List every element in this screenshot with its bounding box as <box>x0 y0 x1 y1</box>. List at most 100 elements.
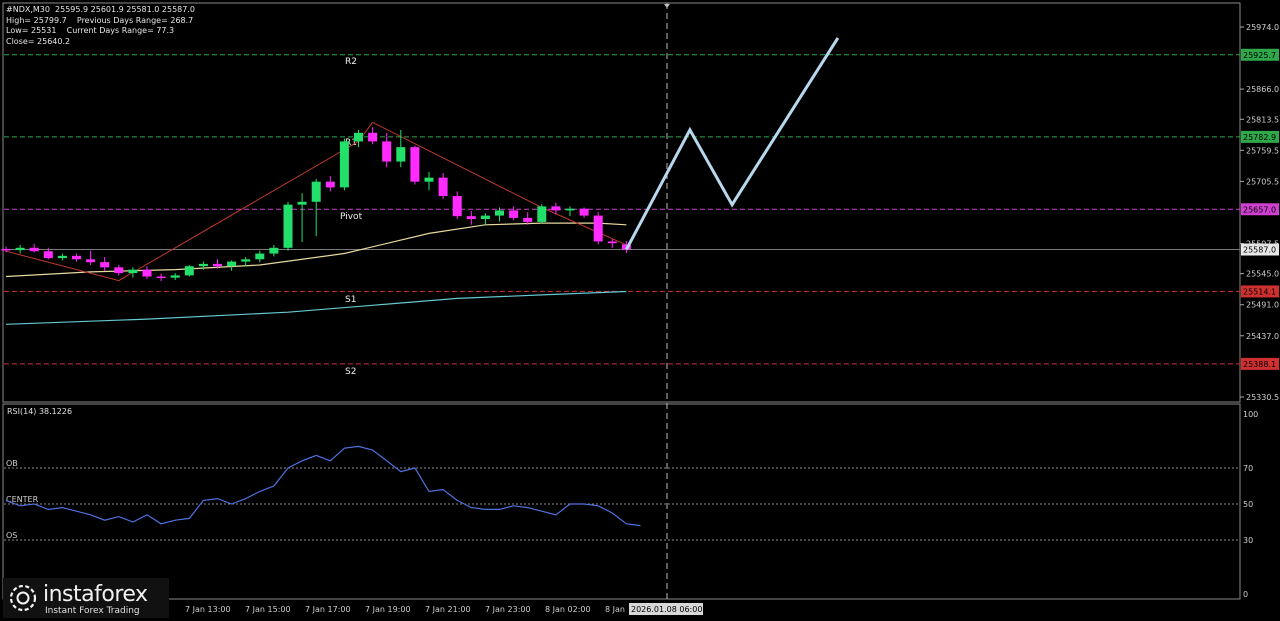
candle-body <box>114 267 124 274</box>
symbol-info: #NDX,M30 25595.9 25601.9 25581.0 25587.0… <box>6 5 195 47</box>
level-label-pivot: Pivot <box>340 212 363 222</box>
rsi-tick-label: 70 <box>1243 464 1253 473</box>
candle-body <box>523 217 533 222</box>
level-price-label: 25657.0 <box>1243 205 1276 214</box>
candle-body <box>29 247 39 252</box>
candle-body <box>269 247 279 254</box>
candle-body <box>565 208 575 211</box>
price-tick-label: 25866.0 <box>1246 85 1279 94</box>
price-tick-label: 25813.5 <box>1246 115 1279 124</box>
candle-body <box>57 255 67 259</box>
candle-body <box>551 206 561 211</box>
candle-body <box>156 276 166 279</box>
candle-body <box>396 147 406 162</box>
forecast-line <box>625 37 840 251</box>
price-tick-label: 25597.5 <box>1246 239 1279 248</box>
ma-slow-line <box>5 290 627 325</box>
level-label-s2: S2 <box>345 367 356 377</box>
time-label: 7 Jan 21:00 <box>425 605 471 614</box>
candle-body <box>339 141 349 188</box>
time-label: 2026.01.08 06:00 <box>631 605 702 614</box>
candle-body <box>311 181 321 202</box>
level-price-label: 25782.9 <box>1243 133 1276 142</box>
forecast-path <box>625 37 840 251</box>
rsi-tick-label: 50 <box>1243 500 1253 509</box>
level-label-r2: R2 <box>345 57 357 67</box>
candles <box>1 127 631 282</box>
candle-body <box>213 263 222 267</box>
candle-body <box>43 251 53 259</box>
brand-logo: instaforex Instant Forex Trading <box>3 578 169 618</box>
candle-body <box>227 261 237 267</box>
price-panel-border <box>2 2 1241 403</box>
chart-frame <box>2 2 1241 601</box>
candle-body <box>354 132 363 142</box>
candle-body <box>368 132 378 142</box>
rsi-panel-border <box>2 403 1241 600</box>
candle-body <box>15 247 25 251</box>
rsi-line <box>5 445 641 527</box>
candle-body <box>537 206 547 222</box>
candle-body <box>100 262 110 268</box>
candle-body <box>184 266 194 276</box>
time-label: 7 Jan 17:00 <box>305 605 351 614</box>
candle-body <box>142 269 152 277</box>
level-price-label: 25925.7 <box>1243 51 1276 60</box>
price-tick-label: 25545.0 <box>1246 270 1279 279</box>
candle-body <box>452 196 462 217</box>
candle-body <box>241 259 251 262</box>
candle-body <box>480 215 490 220</box>
candle-body <box>593 215 603 242</box>
candle-body <box>382 141 392 162</box>
brand-name: instaforex <box>43 582 148 607</box>
candle-body <box>325 181 335 188</box>
time-axis: 7 Jan 13:00 7 Jan 15:00 7 Jan 17:00 7 Jan 1… <box>185 603 703 615</box>
info-high-line: High= 25799.7 Previous Days Range= 268.7 <box>6 15 194 25</box>
rsi-tick-label: 0 <box>1243 590 1248 599</box>
time-label: 7 Jan 23:00 <box>485 605 531 614</box>
info-symbol-line: #NDX,M30 25595.9 25601.9 25581.0 25587.0 <box>6 5 195 14</box>
candle-body <box>297 201 307 205</box>
current-time-arrow-icon <box>664 4 670 8</box>
level-label-s1: S1 <box>345 295 356 305</box>
brand-tagline: Instant Forex Trading <box>45 606 140 616</box>
price-tick-label: 25705.5 <box>1246 177 1279 186</box>
candle-body <box>607 241 617 244</box>
candle-body <box>255 253 265 260</box>
level-price-label: 25388.1 <box>1243 360 1276 369</box>
candle-body <box>170 275 180 278</box>
rsi-label: RSI(14) 38.1226 <box>7 407 72 416</box>
price-tick-label: 25974.0 <box>1246 23 1279 32</box>
candle-body <box>579 208 589 216</box>
time-label: 7 Jan 15:00 <box>245 605 291 614</box>
price-tick-label: 25491.0 <box>1246 301 1279 310</box>
price-tick-label: 25330.5 <box>1246 393 1279 402</box>
candle-body <box>424 177 434 182</box>
candle-body <box>466 216 476 220</box>
price-chart: 25925.725782.925657.025514.125388.1R2R1P… <box>1 2 1279 615</box>
candle-body <box>86 259 96 263</box>
price-tick-label: 25759.5 <box>1246 146 1279 155</box>
rsi-panel: RSI(14) 38.1226OBCENTEROS1007050300 <box>4 407 1258 599</box>
time-label: 7 Jan 13:00 <box>185 605 231 614</box>
candle-body <box>283 204 293 248</box>
info-close-line: Close= 25640.2 <box>6 36 71 46</box>
rsi-level-label: OB <box>6 459 18 468</box>
moving-averages <box>5 222 627 325</box>
pivot-levels: 25925.725782.925657.025514.125388.1R2R1P… <box>4 48 1279 377</box>
candle-body <box>509 210 519 218</box>
rsi-tick-label: 100 <box>1243 410 1258 419</box>
info-low-line: Low= 25531 Current Days Range= 77.3 <box>6 26 175 35</box>
candle-body <box>72 255 81 260</box>
rsi-tick-label: 30 <box>1243 536 1253 545</box>
candle-body <box>495 210 504 216</box>
candle-body <box>128 269 138 274</box>
time-label: 8 Jan 02:00 <box>545 605 591 614</box>
price-tick-label: 25437.0 <box>1246 332 1279 341</box>
time-label: 7 Jan 19:00 <box>365 605 411 614</box>
candle-body <box>198 263 208 267</box>
candle-body <box>410 147 420 182</box>
time-label: 8 Jan <box>605 605 625 614</box>
level-price-label: 25514.1 <box>1243 287 1276 296</box>
rsi-level-label: OS <box>6 531 17 540</box>
